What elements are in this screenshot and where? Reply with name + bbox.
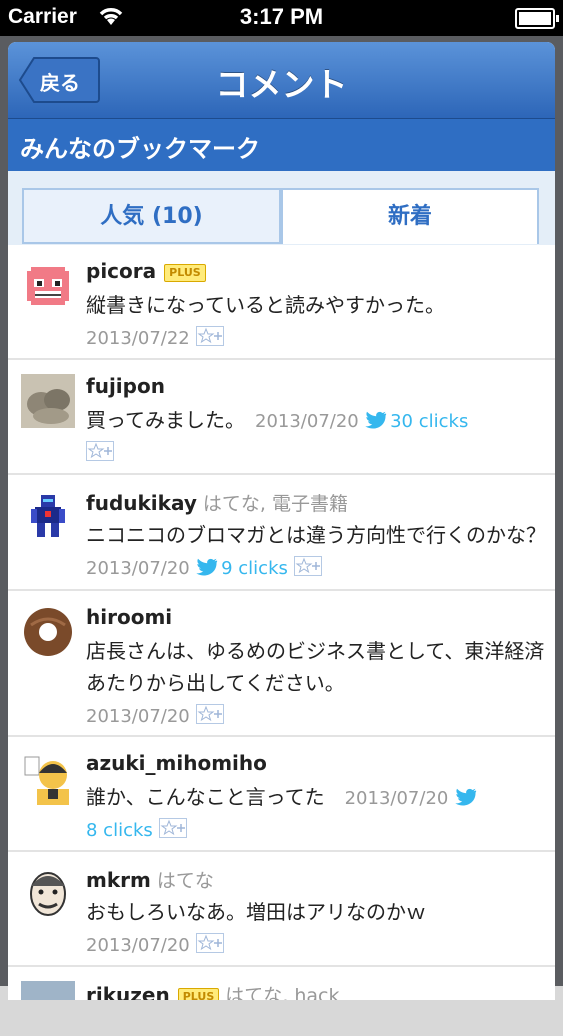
twitter-bird-icon bbox=[365, 406, 387, 438]
username[interactable]: fujipon bbox=[86, 374, 165, 398]
comment-text: おもしろいなあ。増田はアリなのかｗ bbox=[86, 900, 426, 924]
username[interactable]: hiroomi bbox=[86, 605, 172, 629]
username-text: picora bbox=[86, 259, 157, 283]
username[interactable]: azuki_mihomiho bbox=[86, 751, 267, 775]
comment-date: 2013/07/22 bbox=[86, 328, 190, 349]
username-text: rikuzen bbox=[86, 983, 170, 1000]
avatar bbox=[21, 866, 75, 920]
list-item[interactable]: picora PLUS 縦書きになっていると読みやすかった。 2013/07/22 bbox=[8, 245, 555, 360]
section-title: みんなのブックマーク bbox=[20, 135, 260, 163]
list-item[interactable]: hiroomi 店長さんは、ゆるめのビジネス書として、東洋経済あたりから出してく… bbox=[8, 591, 555, 737]
plus-badge: PLUS bbox=[177, 987, 220, 1000]
username-text: azuki_mihomiho bbox=[86, 751, 267, 775]
add-star-icon[interactable] bbox=[196, 323, 225, 355]
add-star-icon[interactable] bbox=[294, 553, 323, 585]
username[interactable]: mkrm はてな bbox=[86, 866, 214, 893]
avatar bbox=[21, 489, 75, 543]
tab-bar: 人気 (10) 新着 bbox=[8, 171, 555, 245]
comment-text: 店長さんは、ゆるめのビジネス書として、東洋経済あたりから出してください。 bbox=[86, 639, 545, 695]
list-item[interactable]: fujipon 買ってみました。 2013/07/20 30 clicks bbox=[8, 360, 555, 475]
list-item[interactable]: azuki_mihomiho 誰か、こんなこと言ってた 2013/07/20 8… bbox=[8, 737, 555, 852]
plus-badge: PLUS bbox=[164, 263, 206, 282]
twitter-bird-icon bbox=[196, 553, 218, 585]
click-count[interactable]: 30 clicks bbox=[390, 411, 468, 432]
battery-icon bbox=[515, 8, 559, 29]
nav-bar: 戻る コメント bbox=[8, 42, 555, 119]
comment-sheet: 戻る コメント みんなのブックマーク 人気 (10) 新着 picora PLUS… bbox=[8, 42, 555, 1000]
twitter-bird-icon bbox=[455, 783, 477, 815]
username[interactable]: picora PLUS bbox=[86, 259, 206, 283]
add-star-icon[interactable] bbox=[196, 701, 225, 733]
avatar bbox=[21, 751, 75, 805]
add-star-icon[interactable] bbox=[159, 815, 188, 847]
comment-meta bbox=[86, 436, 114, 470]
comment-text: ニコニコのブロマガとは違う方向性で行くのかな？ bbox=[86, 523, 546, 547]
click-count[interactable]: 8 clicks bbox=[86, 820, 153, 841]
page-title: コメント bbox=[215, 65, 348, 104]
comment-meta: 8 clicks bbox=[86, 813, 188, 847]
comment-date: 2013/07/20 bbox=[255, 411, 359, 432]
list-item[interactable]: fudukikay はてな, 電子書籍 ニコニコのブロマガとは違う方向性で行くのか… bbox=[8, 475, 555, 591]
tab-popular[interactable]: 人気 (10) bbox=[22, 188, 281, 244]
user-tags[interactable]: はてな, 電子書籍 bbox=[203, 493, 348, 515]
comment-list: picora PLUS 縦書きになっていると読みやすかった。 2013/07/22… bbox=[8, 245, 555, 1000]
comment-date: 2013/07/20 bbox=[86, 935, 190, 956]
avatar bbox=[21, 259, 75, 313]
tab-latest[interactable]: 新着 bbox=[281, 188, 539, 244]
list-item[interactable]: mkrm はてな おもしろいなあ。増田はアリなのかｗ 2013/07/20 bbox=[8, 852, 555, 967]
comment-date: 2013/07/20 bbox=[86, 706, 190, 727]
username-text: hiroomi bbox=[86, 605, 173, 629]
username-text: mkrm bbox=[86, 868, 151, 892]
click-count[interactable]: 9 clicks bbox=[221, 558, 288, 579]
comment-date: 2013/07/20 bbox=[86, 558, 190, 579]
comment-meta: 2013/07/20 bbox=[86, 928, 225, 962]
avatar bbox=[21, 605, 75, 659]
add-star-icon[interactable] bbox=[86, 438, 114, 470]
comment-text: 誰か、こんなこと言ってた bbox=[86, 785, 325, 809]
avatar bbox=[21, 981, 75, 1000]
comment-text: 買ってみました。 bbox=[86, 408, 235, 432]
clock: 3:17 PM bbox=[239, 4, 324, 29]
comment-body: 誰か、こんなこと言ってた 2013/07/20 bbox=[86, 781, 480, 815]
comment-meta: 2013/07/22 bbox=[86, 321, 225, 355]
comment-body: 買ってみました。 2013/07/20 30 clicks bbox=[86, 404, 468, 438]
list-item[interactable]: rikuzen PLUS はてな, hack bbox=[8, 967, 555, 1000]
add-star-icon[interactable] bbox=[196, 930, 225, 962]
status-bar: Carrier 3:17 PM bbox=[0, 0, 563, 36]
username-text: fujipon bbox=[86, 374, 165, 398]
username[interactable]: fudukikay はてな, 電子書籍 bbox=[86, 489, 348, 516]
avatar bbox=[21, 374, 75, 428]
comment-date: 2013/07/20 bbox=[344, 788, 449, 809]
user-tags[interactable]: はてな bbox=[157, 870, 214, 892]
username-text: fudukikay bbox=[86, 491, 197, 515]
user-tags[interactable]: はてな, hack bbox=[225, 985, 339, 1000]
comment-body: ニコニコのブロマガとは違う方向性で行くのかな？ 2013/07/20 9 cli… bbox=[86, 519, 546, 585]
username[interactable]: rikuzen PLUS はてな, hack bbox=[86, 981, 339, 1000]
section-header: みんなのブックマーク bbox=[8, 119, 555, 171]
comment-meta: 2013/07/20 bbox=[86, 699, 225, 733]
comment-text: 縦書きになっていると読みやすかった。 bbox=[86, 293, 445, 317]
